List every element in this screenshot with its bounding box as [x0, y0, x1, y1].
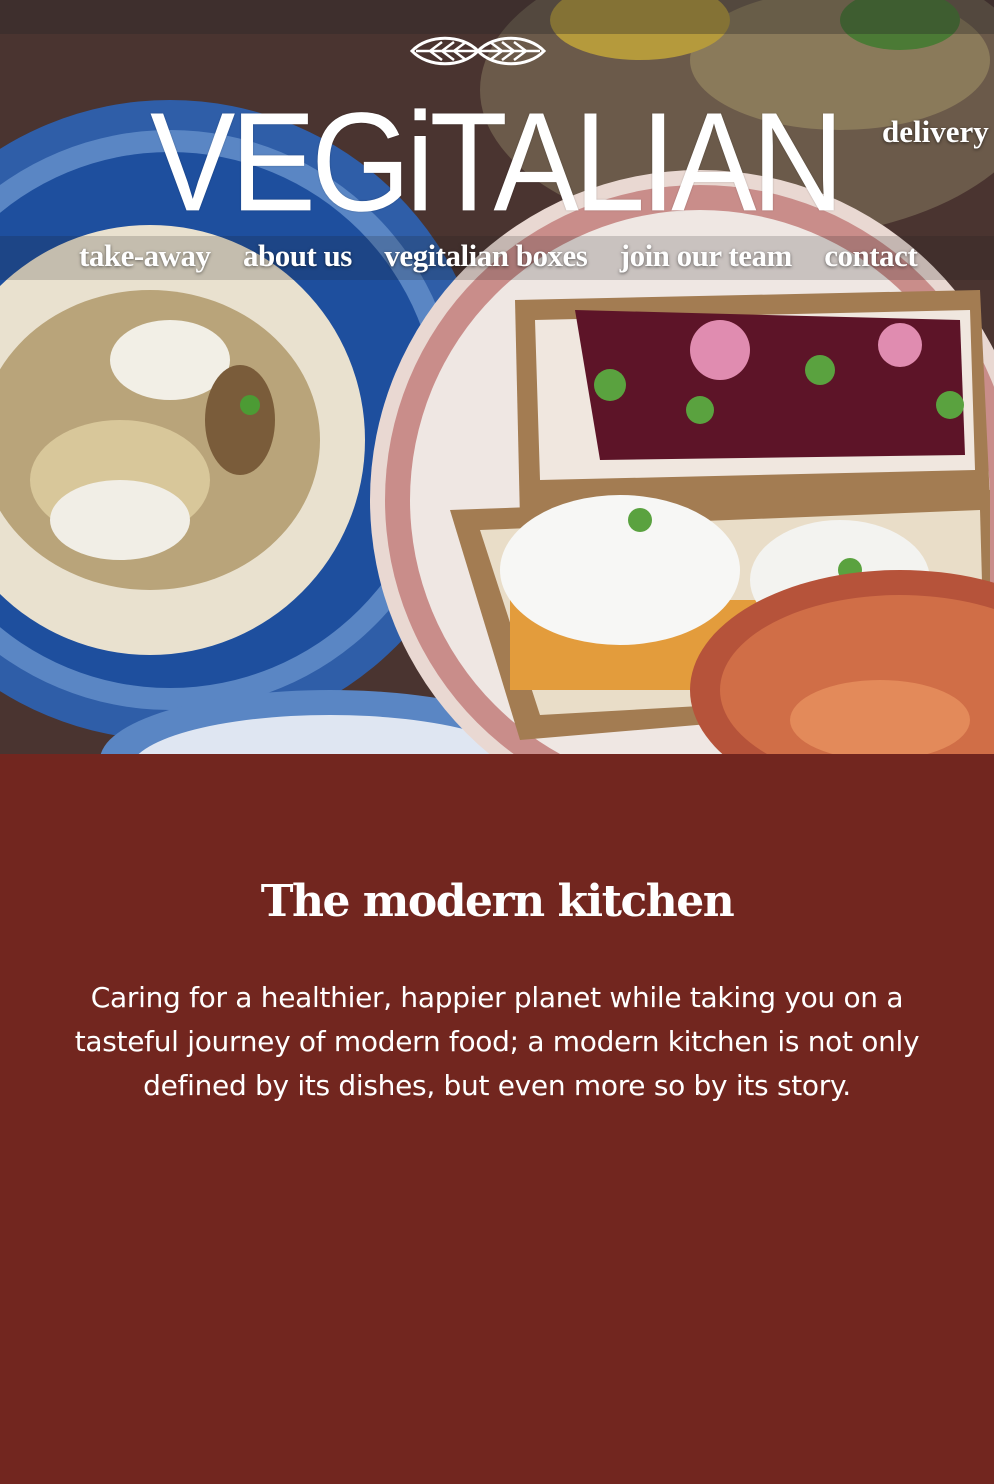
hero-header: VEGiTALIAN delivery take-away about us v…	[0, 0, 994, 754]
nav-link-about-us[interactable]: about us	[243, 238, 352, 273]
intro-title: The modern kitchen	[260, 876, 735, 927]
main-nav: take-away about us vegitalian boxes join…	[79, 238, 945, 274]
brand-wordmark[interactable]: VEGiTALIAN	[150, 91, 844, 232]
delivery-link[interactable]: delivery	[882, 114, 989, 150]
olive-leaf-icon	[410, 36, 546, 66]
nav-link-vegitalian-boxes[interactable]: vegitalian boxes	[384, 238, 587, 273]
nav-link-join-our-team[interactable]: join our team	[620, 238, 793, 273]
nav-item-join-our-team: join our team	[620, 238, 793, 274]
nav-item-contact: contact	[824, 238, 917, 274]
nav-item-vegitalian-boxes: vegitalian boxes	[384, 238, 587, 274]
nav-item-take-away: take-away	[79, 238, 211, 274]
nav-link-contact[interactable]: contact	[824, 238, 917, 273]
intro-text: Caring for a healthier, happier planet w…	[74, 981, 920, 1102]
nav-item-about-us: about us	[243, 238, 352, 274]
intro-section: The modern kitchen Caring for a healthie…	[0, 754, 994, 1484]
top-band	[0, 0, 994, 34]
nav-link-take-away[interactable]: take-away	[79, 238, 211, 273]
